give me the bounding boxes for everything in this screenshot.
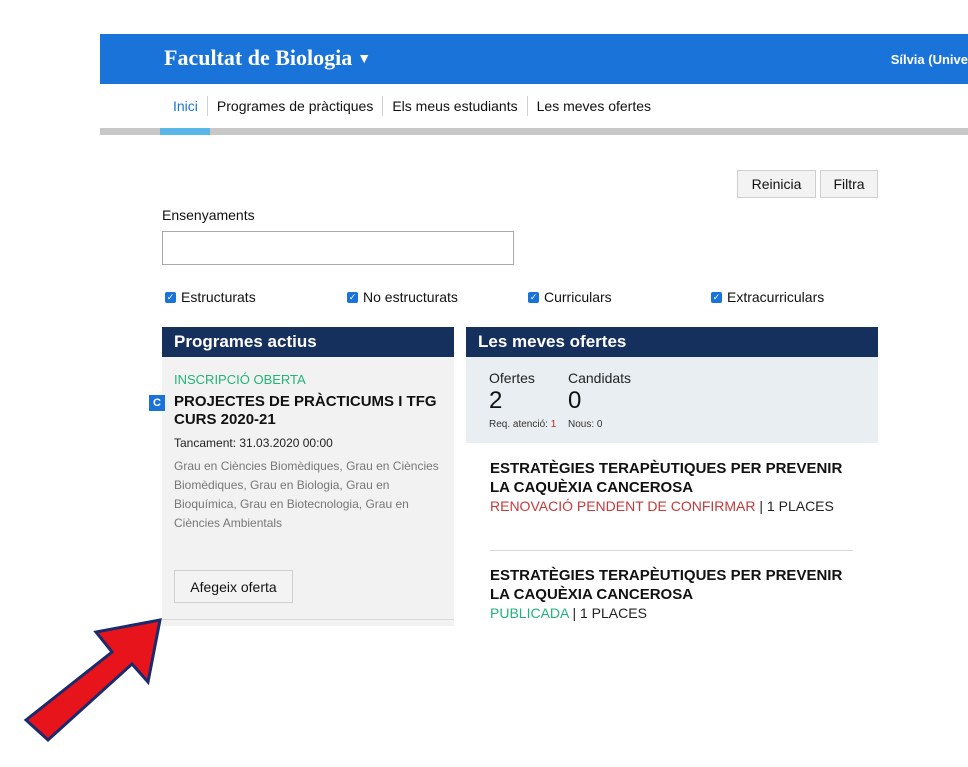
attention-count: 1 <box>550 419 557 430</box>
attention-required: Req. atenció: 1 <box>489 419 556 430</box>
programes-panel-footer <box>162 620 454 626</box>
caret-down-icon: ▼ <box>357 52 372 67</box>
candidates-count-label: Candidats <box>568 370 632 386</box>
attention-label: Req. atenció: <box>489 419 548 430</box>
ensenyaments-label: Ensenyaments <box>162 207 255 223</box>
program-type-badge: C <box>149 395 165 411</box>
nav-tab-programes[interactable]: Programes de pràctiques <box>206 96 382 116</box>
add-offer-button[interactable]: Afegeix oferta <box>174 570 293 603</box>
offer-meta: RENOVACIÓ PENDENT DE CONFIRMAR | 1 PLACE… <box>490 497 854 516</box>
offer-item[interactable]: ESTRATÈGIES TERAPÈUTIQUES PER PREVENIR L… <box>490 566 854 623</box>
new-candidates: Nous: 0 <box>568 419 603 430</box>
checkbox-curriculars[interactable]: ✓ Curriculars <box>528 289 612 305</box>
offer-divider <box>490 550 853 551</box>
checkbox-checked-icon[interactable]: ✓ <box>528 291 539 303</box>
top-header: Facultat de Biologia ▼ Sílvia (Unive <box>100 34 968 84</box>
checkbox-checked-icon[interactable]: ✓ <box>347 291 358 303</box>
checkbox-label: Extracurriculars <box>727 289 825 305</box>
offer-places: | 1 PLACES <box>755 498 834 514</box>
faculty-brand[interactable]: Facultat de Biologia ▼ <box>164 45 371 71</box>
programes-actius-heading: Programes actius <box>162 327 454 357</box>
offers-count-label: Ofertes <box>489 370 535 386</box>
brand-title: Facultat de Biologia <box>164 45 353 70</box>
offer-status: RENOVACIÓ PENDENT DE CONFIRMAR <box>490 498 756 514</box>
filter-button[interactable]: Filtra <box>820 170 878 198</box>
main-nav: Inici Programes de pràctiques Els meus e… <box>161 84 660 128</box>
offer-item[interactable]: ESTRATÈGIES TERAPÈUTIQUES PER PREVENIR L… <box>490 459 854 516</box>
checkbox-extracurriculars[interactable]: ✓ Extracurriculars <box>711 289 824 305</box>
offer-meta: PUBLICADA | 1 PLACES <box>490 604 854 623</box>
offer-status: PUBLICADA <box>490 605 569 621</box>
program-degrees: Grau en Ciències Biomèdiques, Grau en Ci… <box>174 459 439 530</box>
ensenyaments-input[interactable] <box>162 231 514 265</box>
programes-actius-panel: INSCRIPCIÓ OBERTA C PROJECTES DE PRÀCTIC… <box>149 357 454 620</box>
nav-tab-estudiants[interactable]: Els meus estudiants <box>382 96 526 116</box>
nav-tab-inici[interactable]: Inici <box>161 96 207 116</box>
checkbox-label: No estructurats <box>363 289 458 305</box>
offers-count-value: 2 <box>489 387 503 414</box>
les-meves-ofertes-heading: Les meves ofertes <box>466 327 878 357</box>
offer-title[interactable]: ESTRATÈGIES TERAPÈUTIQUES PER PREVENIR L… <box>490 459 854 497</box>
checkbox-label: Curriculars <box>544 289 612 305</box>
nav-tab-ofertes[interactable]: Les meves ofertes <box>526 96 660 116</box>
checkbox-no-estructurats[interactable]: ✓ No estructurats <box>347 289 458 305</box>
checkbox-estructurats[interactable]: ✓ Estructurats <box>165 289 256 305</box>
reset-button[interactable]: Reinicia <box>737 170 816 198</box>
offer-title[interactable]: ESTRATÈGIES TERAPÈUTIQUES PER PREVENIR L… <box>490 566 854 604</box>
candidates-count-value: 0 <box>568 387 582 414</box>
checkbox-checked-icon[interactable]: ✓ <box>165 291 176 303</box>
red-arrow-icon <box>23 618 162 743</box>
program-status: INSCRIPCIÓ OBERTA <box>174 372 306 387</box>
checkbox-label: Estructurats <box>181 289 256 305</box>
offers-list: ESTRATÈGIES TERAPÈUTIQUES PER PREVENIR L… <box>466 443 878 626</box>
offers-stats: Ofertes 2 Req. atenció: 1 Candidats 0 No… <box>466 357 878 443</box>
offer-places: | 1 PLACES <box>568 605 647 621</box>
nav-underline <box>100 128 968 135</box>
program-title[interactable]: PROJECTES DE PRÀCTICUMS I TFG CURS 2020-… <box>174 393 444 429</box>
program-closing-date: Tancament: 31.03.2020 00:00 <box>174 436 333 450</box>
checkbox-checked-icon[interactable]: ✓ <box>711 291 722 303</box>
user-name[interactable]: Sílvia (Unive <box>891 52 968 67</box>
nav-active-indicator <box>160 128 210 135</box>
